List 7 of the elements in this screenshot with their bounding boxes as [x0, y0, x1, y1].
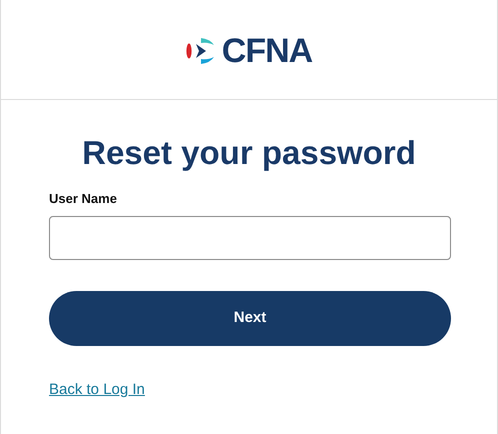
page-title: Reset your password — [81, 133, 417, 173]
field-label: User Name — [49, 191, 118, 207]
back-to-login-link[interactable]: Back to Log In — [49, 379, 145, 402]
next-button[interactable]: Next — [49, 291, 451, 346]
logo-icon — [186, 36, 216, 64]
logo-wordmark: CFNA — [222, 34, 312, 68]
user-name-field[interactable] — [49, 216, 451, 260]
